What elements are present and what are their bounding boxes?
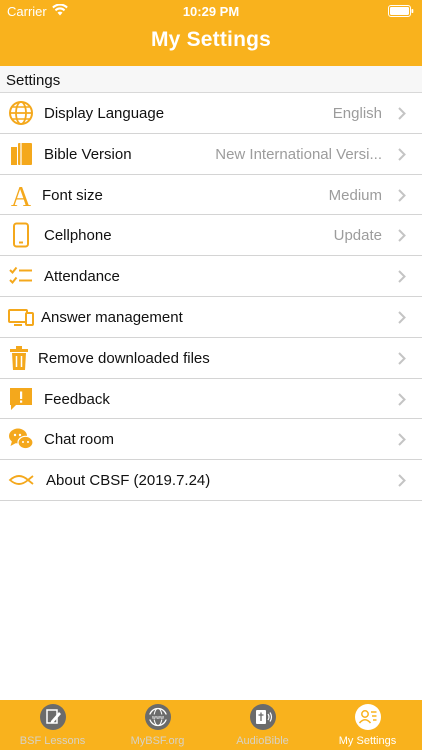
bible-version-label: Bible Version: [44, 145, 132, 163]
attendance-label: Attendance: [44, 268, 120, 286]
cellphone-value: Update: [333, 227, 382, 245]
tab-audio-bible[interactable]: AudioBible: [210, 700, 315, 750]
fish-icon: [8, 475, 34, 486]
tab-bsf-lessons[interactable]: BSF Lessons: [0, 700, 105, 750]
globe-icon: [9, 101, 33, 125]
attendance-row[interactable]: Attendance: [0, 256, 422, 297]
font-size-row[interactable]: A Font size Medium: [0, 175, 422, 216]
about-label: About CBSF (2019.7.24): [46, 472, 211, 490]
answer-management-row[interactable]: Answer management: [0, 297, 422, 338]
chat-room-label: Chat room: [44, 431, 115, 449]
answer-management-label: Answer management: [41, 308, 183, 326]
chevron-right-icon: [398, 311, 406, 324]
chevron-right-icon: [398, 392, 406, 406]
cellphone-row[interactable]: Cellphone Update: [0, 215, 422, 257]
bible-version-row[interactable]: Bible Version New International Versi...: [0, 134, 422, 175]
remove-downloaded-files-label: Remove downloaded files: [38, 349, 210, 367]
phone-icon: [13, 222, 29, 248]
chevron-right-icon: [398, 433, 406, 447]
display-language-label: Display Language: [44, 105, 165, 122]
feedback-label: Feedback: [44, 390, 110, 408]
remove-downloaded-files-row[interactable]: Remove downloaded files: [0, 338, 422, 379]
chevron-right-icon: [398, 229, 406, 243]
about-row[interactable]: About CBSF (2019.7.24): [0, 460, 422, 501]
audio-bible-icon: [250, 704, 276, 730]
tab-bar: BSF Lessons www MyBSF.org AudioBible My …: [0, 700, 422, 750]
font-size-label: Font size: [42, 186, 103, 204]
display-language-row[interactable]: Display Language English: [0, 93, 422, 134]
tab-bsf-lessons-label: BSF Lessons: [19, 735, 86, 747]
chat-icon: [9, 428, 34, 450]
battery-icon: [388, 5, 414, 17]
display-language-value: English: [332, 105, 382, 122]
cellphone-label: Cellphone: [44, 227, 112, 245]
font-size-icon: A: [11, 182, 32, 208]
profile-icon: [355, 704, 381, 730]
www-globe-icon: www: [145, 704, 171, 730]
tab-my-settings[interactable]: My Settings: [315, 700, 420, 750]
chevron-right-icon: [398, 270, 406, 283]
bible-version-value: New International Versi...: [215, 145, 382, 163]
feedback-icon: [10, 387, 32, 410]
trash-icon: [10, 345, 28, 370]
settings-section-header: Settings: [0, 66, 422, 93]
chevron-right-icon: [398, 474, 406, 487]
chevron-right-icon: [398, 148, 406, 161]
checklist-icon: [9, 267, 32, 285]
chevron-right-icon: [398, 107, 406, 120]
svg-text:www: www: [152, 715, 164, 721]
svg-text:A: A: [11, 182, 32, 208]
chevron-right-icon: [398, 352, 406, 365]
status-bar: Carrier 10:29 PM: [0, 0, 422, 22]
devices-icon: [8, 308, 34, 326]
books-icon: [11, 142, 32, 165]
chevron-right-icon: [398, 188, 406, 202]
settings-list: Display Language English Bible Version N…: [0, 93, 422, 501]
tab-mybsf-label: MyBSF.org: [130, 735, 185, 747]
header: Carrier 10:29 PM My Settings: [0, 0, 422, 66]
tab-my-settings-label: My Settings: [338, 735, 397, 747]
font-size-value: Medium: [328, 186, 382, 204]
page-title: My Settings: [150, 28, 272, 51]
tab-audio-bible-label: AudioBible: [236, 735, 289, 747]
feedback-row[interactable]: Feedback: [0, 379, 422, 420]
lesson-edit-icon: [40, 704, 66, 730]
tab-mybsf[interactable]: www MyBSF.org: [105, 700, 210, 750]
chat-room-row[interactable]: Chat room: [0, 419, 422, 461]
clock: 10:29 PM: [182, 4, 240, 19]
